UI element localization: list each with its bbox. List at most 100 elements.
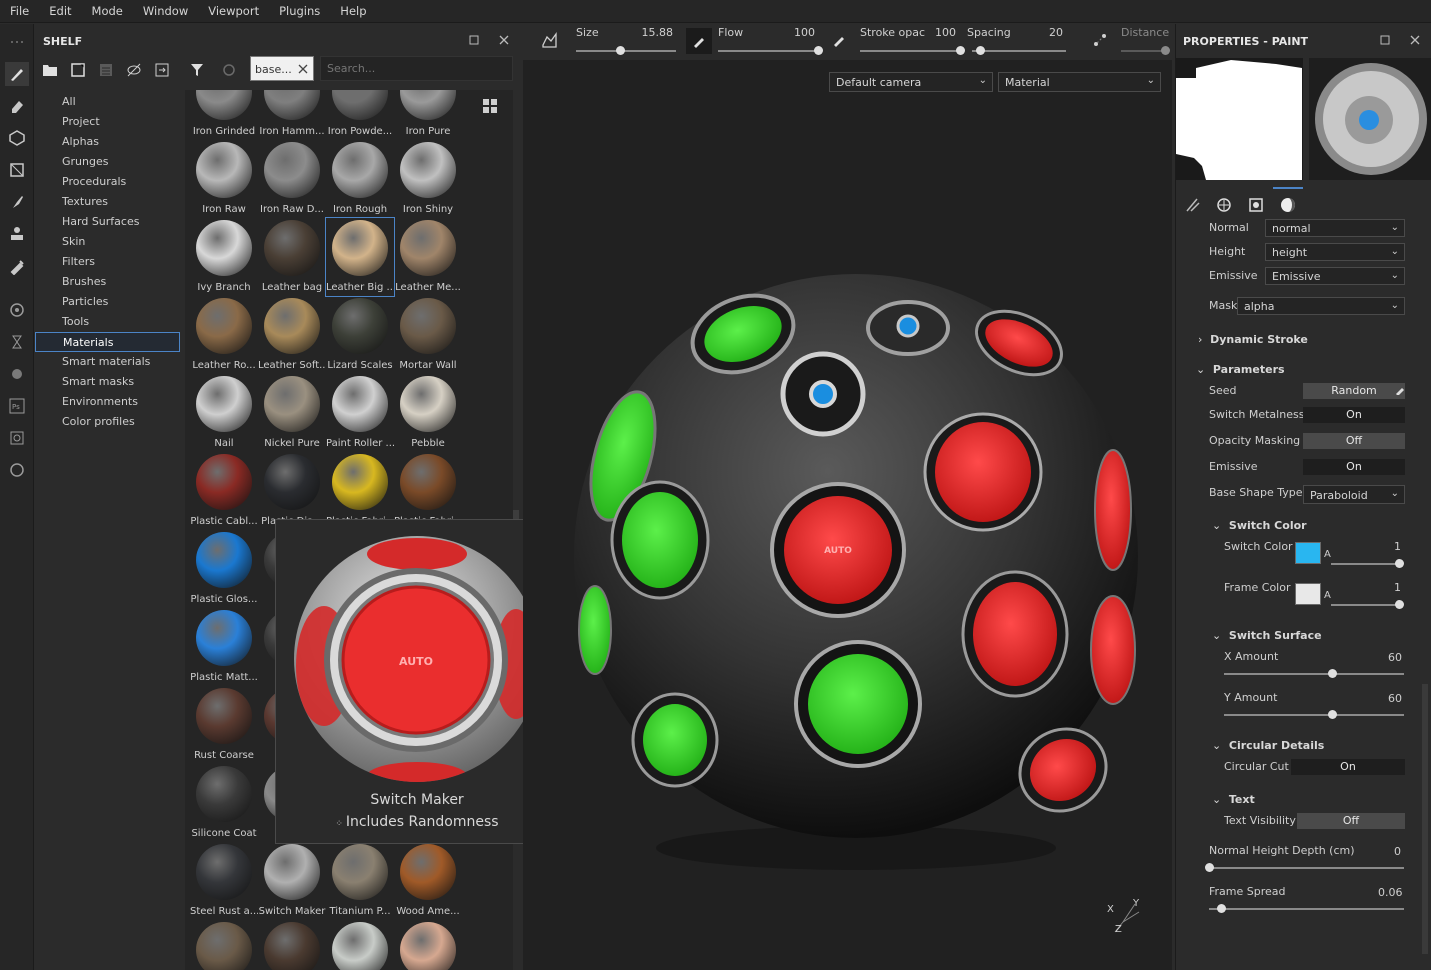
menu-plugins[interactable]: Plugins (269, 4, 330, 18)
spacing-slider-knob[interactable] (975, 46, 985, 55)
switch-color-section[interactable]: ⌄ Switch Color (1212, 519, 1307, 532)
flow-slider-knob[interactable] (814, 46, 823, 55)
material-tile[interactable]: Leather Soft... (258, 296, 326, 374)
material-tile[interactable]: Rust Coarse (190, 686, 258, 764)
close-icon[interactable] (497, 33, 511, 47)
material-tile[interactable]: Pebble (394, 374, 462, 452)
material-tile[interactable]: Mortar Wall (394, 296, 462, 374)
switch-color-swatch[interactable] (1295, 542, 1321, 564)
menu-help[interactable]: Help (330, 4, 376, 18)
polygon-fill-icon[interactable] (5, 158, 29, 182)
x-amount-value[interactable]: 60 (1388, 651, 1402, 664)
material-tile[interactable]: Iron Raw D... (258, 140, 326, 218)
switch-color-alpha-track[interactable] (1331, 563, 1401, 565)
photoshop-icon[interactable]: Ps (5, 394, 29, 418)
mask-select[interactable]: alpha ⌄ (1237, 297, 1405, 315)
material-tile[interactable]: Plastic Cabl... (190, 452, 258, 530)
stroke-opacity-slider-knob[interactable] (956, 46, 965, 55)
material-tile[interactable]: Steel Rust a... (190, 842, 258, 920)
text-visibility-toggle[interactable]: Off (1297, 813, 1405, 829)
emissive-toggle[interactable]: On (1303, 459, 1405, 475)
material-tile[interactable]: Iron Hamm... (258, 90, 326, 140)
stroke-opacity-pen-icon[interactable] (829, 30, 849, 50)
material-tile[interactable]: Iron Shiny (394, 140, 462, 218)
category-item[interactable]: Grunges (35, 152, 180, 172)
material-tile[interactable]: Plastic Glos... (190, 530, 258, 608)
material-tile[interactable]: Nail (190, 374, 258, 452)
material-tile[interactable]: Wood Waln... (258, 920, 326, 970)
undock-icon[interactable] (467, 33, 481, 47)
bake-icon[interactable] (5, 458, 29, 482)
frame-color-swatch[interactable] (1295, 583, 1321, 605)
frame-color-alpha-value[interactable]: 1 (1394, 581, 1401, 594)
clone-stamp-icon[interactable] (5, 222, 29, 246)
stroke-opacity-slider-track[interactable] (860, 50, 960, 52)
view-mode-select[interactable]: Material ⌄ (998, 72, 1161, 92)
switch-color-alpha-knob[interactable] (1395, 559, 1404, 568)
category-item[interactable]: Environments (35, 392, 180, 412)
distance-slider-knob[interactable] (1161, 46, 1170, 55)
material-tile[interactable]: Wood Rough (190, 920, 258, 970)
paint-brush-icon[interactable] (5, 62, 29, 86)
material-tab-icon[interactable] (1277, 194, 1299, 216)
material-tile[interactable]: Plastic Matt... (190, 608, 258, 686)
material-tile[interactable]: Leather Big ... (325, 217, 395, 297)
frame-color-alpha-track[interactable] (1331, 604, 1401, 606)
menu-viewport[interactable]: Viewport (198, 4, 269, 18)
projection-icon[interactable] (5, 126, 29, 150)
normal-channel-select[interactable]: normal ⌄ (1265, 219, 1405, 237)
hourglass-icon[interactable] (5, 330, 29, 354)
plugin-icon[interactable] (5, 362, 29, 386)
material-tile[interactable]: Zipper (326, 920, 394, 970)
material-tile[interactable]: Wood Ame... (394, 842, 462, 920)
new-resource-icon[interactable] (68, 60, 88, 80)
circular-details-section[interactable]: ⌄ Circular Details (1212, 739, 1324, 752)
material-tile[interactable]: Iron Rough (326, 140, 394, 218)
category-item[interactable]: Tools (35, 312, 180, 332)
alpha-tab-icon[interactable] (1213, 194, 1235, 216)
category-item[interactable]: Procedurals (35, 172, 180, 192)
normal-height-depth-track[interactable] (1209, 867, 1404, 869)
hide-icon[interactable] (124, 60, 144, 80)
camera-select[interactable]: Default camera ⌄ (829, 72, 993, 92)
spacing-value[interactable]: 20 (1023, 26, 1063, 39)
frame-spread-value[interactable]: 0.06 (1378, 886, 1403, 899)
undock-icon[interactable] (1378, 33, 1392, 47)
material-tile[interactable]: Iron Pure (394, 90, 462, 140)
menu-mode[interactable]: Mode (82, 4, 133, 18)
brush-preset-icon[interactable] (539, 30, 561, 52)
switch-metalness-toggle[interactable]: On (1303, 407, 1405, 423)
switch-color-alpha-value[interactable]: 1 (1394, 540, 1401, 553)
size-slider-track[interactable] (576, 50, 676, 52)
flow-slider-track[interactable] (718, 50, 818, 52)
material-tile[interactable]: Iron Raw (190, 140, 258, 218)
smudge-icon[interactable] (5, 190, 29, 214)
normal-height-depth-value[interactable]: 0 (1394, 845, 1401, 858)
material-tile[interactable]: Leather Ro... (190, 296, 258, 374)
y-amount-track[interactable] (1224, 714, 1404, 716)
material-tile[interactable]: Zombie Bu... (394, 920, 462, 970)
height-channel-select[interactable]: height ⌄ (1265, 243, 1405, 261)
clear-filter-icon[interactable] (296, 62, 310, 76)
dynamic-stroke-section[interactable]: › Dynamic Stroke (1198, 333, 1308, 346)
text-section[interactable]: ⌄ Text (1212, 793, 1255, 806)
category-item[interactable]: Color profiles (35, 412, 180, 432)
parameters-section[interactable]: ⌄ Parameters (1196, 363, 1285, 376)
category-item[interactable]: Alphas (35, 132, 180, 152)
base-shape-select[interactable]: Paraboloid ⌄ (1303, 485, 1405, 504)
material-tile[interactable]: Nickel Pure (258, 374, 326, 452)
flow-pen-icon[interactable] (686, 28, 712, 54)
filter-icon[interactable] (187, 60, 207, 80)
y-amount-knob[interactable] (1328, 710, 1337, 719)
category-item[interactable]: Particles (35, 292, 180, 312)
properties-scrollbar[interactable] (1422, 684, 1428, 954)
material-tile[interactable]: Titanium P... (326, 842, 394, 920)
export-icon[interactable] (5, 426, 29, 450)
edit-pencil-icon[interactable] (1394, 383, 1406, 397)
normal-height-depth-knob[interactable] (1205, 863, 1214, 872)
category-item[interactable]: Smart materials (35, 352, 180, 372)
material-tile[interactable]: Switch Maker (258, 842, 326, 920)
material-tile[interactable]: Paint Roller ... (326, 374, 394, 452)
size-slider-knob[interactable] (616, 46, 625, 55)
size-value[interactable]: 15.88 (633, 26, 674, 39)
